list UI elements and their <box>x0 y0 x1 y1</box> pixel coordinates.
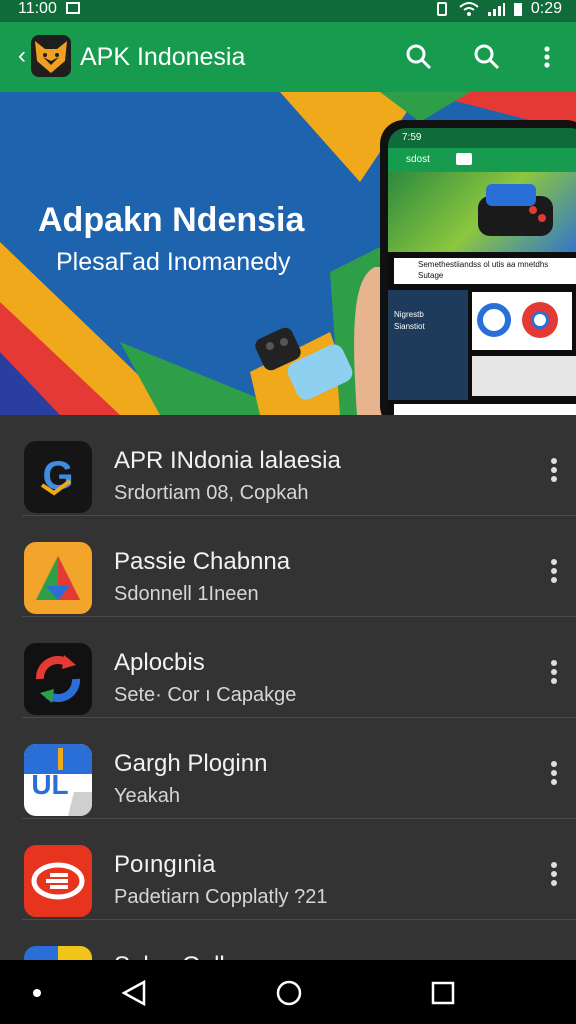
signal-icon <box>487 3 505 16</box>
list-item[interactable]: UL Gargh Ploginn Yeakah <box>22 718 576 819</box>
red-badge-icon <box>24 845 92 917</box>
app-subtitle: Sdonnell 1Ineen <box>114 583 259 605</box>
phone-mockup: 7:59 sdost Semethestiiandss ol utis aa m… <box>380 120 576 415</box>
list-item[interactable]: Passie Chabnna Sdonnell 1Ineen <box>22 516 576 617</box>
back-arrow-icon[interactable]: ‹ <box>18 44 26 68</box>
notification-icon <box>66 2 80 14</box>
app-title: Gargh Ploginn <box>114 750 268 777</box>
recents-square-icon[interactable] <box>428 978 458 1008</box>
status-right: 0:29 <box>433 0 562 18</box>
app-title: APR INdonia lalaesia <box>114 447 341 474</box>
list-item[interactable]: Aplocbis Sete· Cor ı Capakge <box>22 617 576 718</box>
more-vert-icon[interactable] <box>550 861 558 887</box>
home-circle-icon[interactable] <box>274 978 304 1008</box>
app-title: APK Indonesia <box>80 43 246 71</box>
app-subtitle: Padetiarn Copplatly ?21 <box>114 886 328 908</box>
wifi-icon <box>459 2 479 16</box>
search-icon[interactable] <box>402 40 436 74</box>
app-subtitle: Sete· Cor ı Capakge <box>114 684 297 706</box>
phone-card-line2: Sutage <box>418 271 444 280</box>
fox-logo-icon <box>31 35 71 77</box>
more-vert-icon[interactable] <box>550 760 558 786</box>
banner-subheadline: PlesaГad Inomanedy <box>56 248 291 276</box>
controller-illustration <box>478 184 553 236</box>
more-vert-icon[interactable] <box>550 558 558 584</box>
phone-top-label: sdost <box>406 154 430 165</box>
app-title: Aplocbis <box>114 649 205 676</box>
vibrate-icon <box>436 2 447 16</box>
phone-card2-line1: Nigrestb <box>394 310 424 319</box>
status-battery-text: 0:29 <box>530 0 562 17</box>
system-nav-bar <box>0 960 576 1024</box>
banner-headline: Adpakn Ndensia <box>38 201 305 239</box>
phone-card2-line2: Sianstiot <box>394 322 425 331</box>
search-icon[interactable] <box>470 40 504 74</box>
ul-document-icon: UL <box>24 744 92 816</box>
phone-time: 7:59 <box>402 132 422 143</box>
sync-circle-icon <box>24 643 92 715</box>
phone-card-line1: Semethestiiandss ol utis aa mnetdhs <box>418 260 549 269</box>
more-vert-icon[interactable] <box>530 40 564 74</box>
drive-triangle-icon <box>24 542 92 614</box>
dot-icon <box>33 989 41 997</box>
app-bar: ‹ APK Indonesia <box>0 22 576 92</box>
status-time: 11:00 <box>18 0 57 17</box>
list-item[interactable]: Poıngınia Padetiarn Copplatly ?21 <box>22 819 576 920</box>
battery-icon <box>513 3 522 16</box>
g-logo-icon: G <box>24 441 92 513</box>
app-list: G APR INdonia lalaesia Srdortiam 08, Cop… <box>0 415 576 1021</box>
device-illustration <box>255 327 353 400</box>
app-title: Passie Chabnna <box>114 548 291 575</box>
app-title: Poıngınia <box>114 851 216 878</box>
back-triangle-icon[interactable] <box>120 978 150 1008</box>
more-vert-icon[interactable] <box>550 659 558 685</box>
browser-logos-icon <box>477 302 558 338</box>
list-item[interactable]: G APR INdonia lalaesia Srdortiam 08, Cop… <box>22 415 576 516</box>
hero-banner[interactable]: Adpakn Ndensia PlesaГad Inomanedy 7:59 s… <box>0 92 576 415</box>
app-subtitle: Yeakah <box>114 785 180 807</box>
status-bar: 11:00 0:29 <box>0 0 576 22</box>
app-subtitle: Srdortiam 08, Copkah <box>114 482 309 504</box>
svg-text:UL: UL <box>31 769 68 800</box>
more-vert-icon[interactable] <box>550 457 558 483</box>
